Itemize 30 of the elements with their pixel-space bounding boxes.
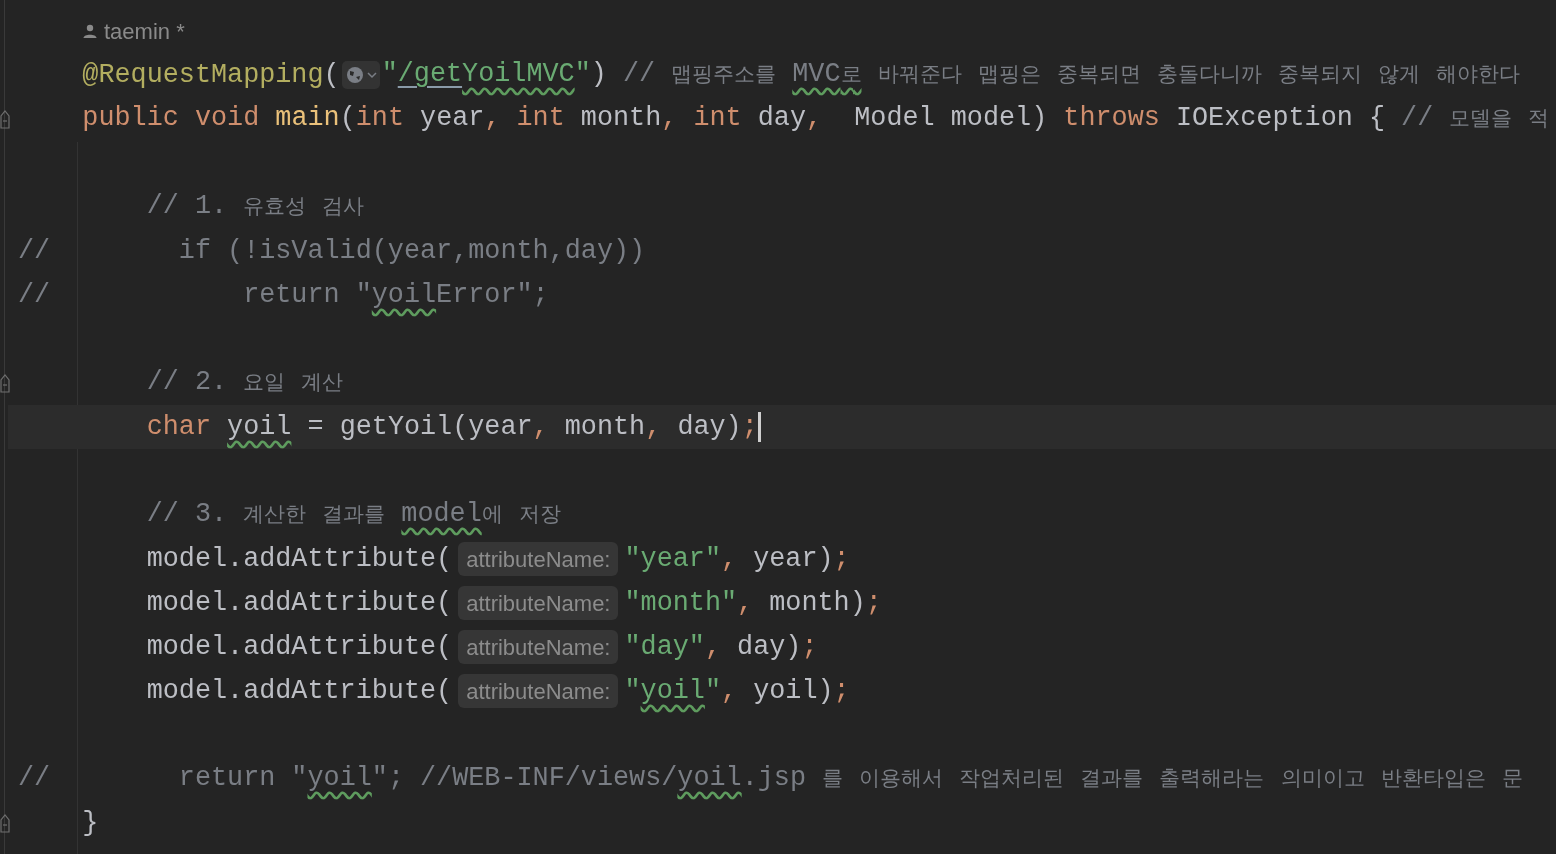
code-text: "year", year); [624, 543, 850, 576]
code-text: public void main(int year, int month, int day, Model model) throws IOException { // 모델을 적 [81, 102, 1550, 135]
code-text: // return "yoilError"; [18, 279, 549, 312]
parameter-hint: attributeName: [458, 674, 619, 708]
code-text: model.addAttribute( [145, 675, 453, 708]
code-text: // return "yoil"; //WEB-INF/views/yoil.jsp 를 이용해서 작업처리된 결과를 출력해라는 의미이고 반환타입은 문 [18, 762, 1523, 795]
code-text: @RequestMapping( [81, 59, 340, 92]
code-text: "month", month); [624, 587, 882, 620]
code-text: model.addAttribute( [145, 543, 453, 576]
code-text: // 3. 계산한 결과를 model에 저장 [145, 498, 561, 531]
fold-marker-icon[interactable] [0, 373, 10, 393]
fold-marker-icon[interactable] [0, 813, 10, 833]
text-caret [757, 412, 761, 442]
author-hint[interactable]: taemin * [104, 14, 185, 48]
person-icon [82, 23, 98, 39]
parameter-hint: attributeName: [458, 586, 619, 620]
code-text: "day", day); [624, 631, 818, 664]
code-text: // if (!isValid(year,month,day)) [18, 235, 646, 268]
code-text: // 1. 유효성 검사 [145, 190, 365, 223]
parameter-hint: attributeName: [458, 542, 619, 576]
parameter-hint: attributeName: [458, 630, 619, 664]
code-text: model.addAttribute( [145, 631, 453, 664]
code-text: char yoil = getYoil(year, month, day); [145, 411, 758, 444]
code-text: // 2. 요일 계산 [145, 366, 344, 399]
code-text: "/getYoilMVC") // 맵핑주소를 MVC로 바꿔준다 맵핑은 중복되면 충돌다니까 중복되지 않게 해야한다 [381, 58, 1521, 91]
code-text: "yoil", yoil); [624, 675, 850, 708]
fold-marker-icon[interactable] [0, 109, 10, 129]
code-text: model.addAttribute( [145, 587, 453, 620]
code-text: } [81, 807, 99, 840]
globe-dropdown-icon[interactable] [341, 61, 380, 89]
